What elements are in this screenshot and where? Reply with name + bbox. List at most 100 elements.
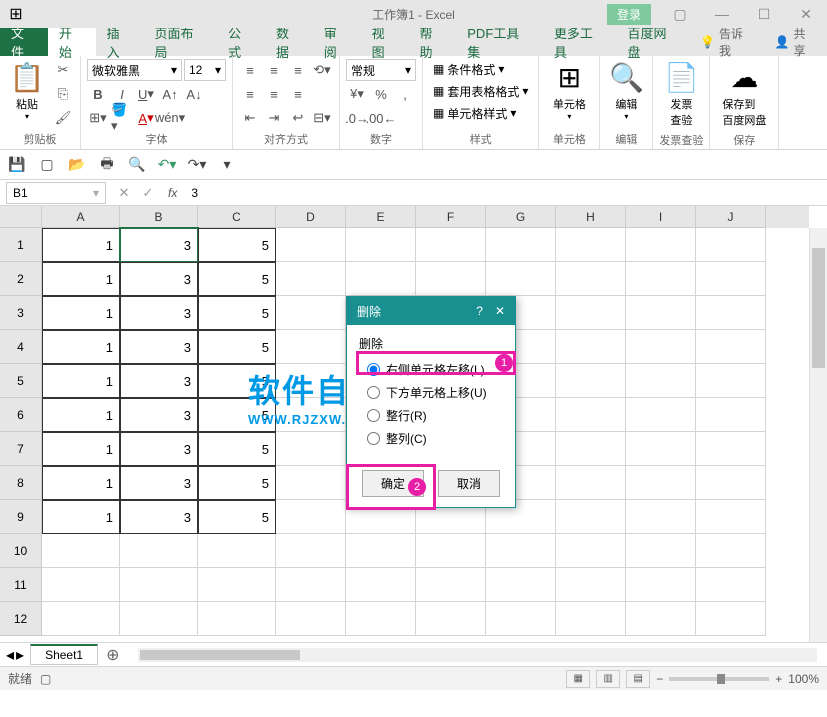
- cell-J4[interactable]: [696, 330, 766, 364]
- zoom-slider[interactable]: [669, 677, 769, 681]
- cell-C10[interactable]: [198, 534, 276, 568]
- cell-A12[interactable]: [42, 602, 120, 636]
- fx-icon[interactable]: fx: [168, 186, 177, 200]
- cell-B1[interactable]: 3: [120, 228, 198, 262]
- save-baidu-button[interactable]: ☁ 保存到 百度网盘: [716, 59, 772, 130]
- share-button[interactable]: 👤 共享: [765, 25, 827, 59]
- view-normal-button[interactable]: ▦: [566, 670, 590, 688]
- bold-button[interactable]: B: [87, 83, 109, 105]
- orientation-button[interactable]: ⟲▾: [311, 59, 333, 81]
- cell-I12[interactable]: [626, 602, 696, 636]
- view-layout-button[interactable]: ▥: [596, 670, 620, 688]
- cell-A6[interactable]: 1: [42, 398, 120, 432]
- paste-button[interactable]: 📋 粘贴 ▾: [6, 59, 48, 123]
- cell-D6[interactable]: [276, 398, 346, 432]
- cell-C9[interactable]: 5: [198, 500, 276, 534]
- col-header-D[interactable]: D: [276, 206, 346, 228]
- cell-I4[interactable]: [626, 330, 696, 364]
- currency-button[interactable]: ¥▾: [346, 83, 368, 105]
- cell-C12[interactable]: [198, 602, 276, 636]
- cell-I3[interactable]: [626, 296, 696, 330]
- cell-J3[interactable]: [696, 296, 766, 330]
- cell-C1[interactable]: 5: [198, 228, 276, 262]
- format-painter-button[interactable]: 🖌: [52, 107, 74, 129]
- editing-button[interactable]: 🔍 编辑 ▾: [606, 59, 646, 123]
- row-header-2[interactable]: 2: [0, 262, 42, 296]
- name-box[interactable]: B1▾: [6, 182, 106, 204]
- cell-F1[interactable]: [416, 228, 486, 262]
- cell-J2[interactable]: [696, 262, 766, 296]
- col-header-C[interactable]: C: [198, 206, 276, 228]
- redo-icon[interactable]: ↷▾: [186, 154, 208, 176]
- ribbon-options-icon[interactable]: ▢: [659, 0, 701, 28]
- sheet-nav-next[interactable]: ▸: [16, 645, 24, 665]
- col-header-B[interactable]: B: [120, 206, 198, 228]
- phonetic-button[interactable]: wén▾: [159, 107, 181, 129]
- cell-H4[interactable]: [556, 330, 626, 364]
- col-header-F[interactable]: F: [416, 206, 486, 228]
- cell-H2[interactable]: [556, 262, 626, 296]
- cell-B7[interactable]: 3: [120, 432, 198, 466]
- cell-B2[interactable]: 3: [120, 262, 198, 296]
- comma-button[interactable]: ,: [394, 83, 416, 105]
- cell-H7[interactable]: [556, 432, 626, 466]
- open-icon[interactable]: 📂: [66, 154, 88, 176]
- maximize-button[interactable]: ☐: [743, 0, 785, 28]
- cancel-formula-button[interactable]: ✕: [112, 185, 136, 201]
- percent-button[interactable]: %: [370, 83, 392, 105]
- cells-button[interactable]: ⊞ 单元格 ▾: [545, 59, 593, 123]
- decrease-font-button[interactable]: A↓: [183, 83, 205, 105]
- cell-I9[interactable]: [626, 500, 696, 534]
- cell-B11[interactable]: [120, 568, 198, 602]
- close-button[interactable]: ✕: [785, 0, 827, 28]
- cell-C4[interactable]: 5: [198, 330, 276, 364]
- dialog-close-icon[interactable]: ✕: [495, 304, 505, 318]
- decrease-indent-button[interactable]: ⇤: [239, 107, 261, 129]
- menu-help[interactable]: 帮助: [408, 28, 456, 56]
- cell-B3[interactable]: 3: [120, 296, 198, 330]
- radio-entire-row[interactable]: 整行(R): [359, 404, 503, 427]
- cell-H6[interactable]: [556, 398, 626, 432]
- cell-I5[interactable]: [626, 364, 696, 398]
- menu-insert[interactable]: 插入: [96, 28, 144, 56]
- cell-E10[interactable]: [346, 534, 416, 568]
- cell-I2[interactable]: [626, 262, 696, 296]
- underline-button[interactable]: U▾: [135, 83, 157, 105]
- cell-A9[interactable]: 1: [42, 500, 120, 534]
- cell-I8[interactable]: [626, 466, 696, 500]
- menu-data[interactable]: 数据: [265, 28, 313, 56]
- cell-H10[interactable]: [556, 534, 626, 568]
- horizontal-scrollbar[interactable]: [138, 648, 817, 662]
- row-header-9[interactable]: 9: [0, 500, 42, 534]
- invoice-button[interactable]: 📄 发票 查验: [659, 59, 703, 130]
- increase-font-button[interactable]: A↑: [159, 83, 181, 105]
- font-size-dropdown[interactable]: 12▾: [184, 59, 226, 81]
- cell-H11[interactable]: [556, 568, 626, 602]
- print-preview-icon[interactable]: 🔍: [126, 154, 148, 176]
- row-header-10[interactable]: 10: [0, 534, 42, 568]
- col-header-E[interactable]: E: [346, 206, 416, 228]
- tell-me-search[interactable]: 💡 告诉我: [690, 25, 764, 59]
- cell-E11[interactable]: [346, 568, 416, 602]
- cell-G11[interactable]: [486, 568, 556, 602]
- cell-G10[interactable]: [486, 534, 556, 568]
- dialog-help-icon[interactable]: ?: [476, 304, 483, 318]
- view-pagebreak-button[interactable]: ▤: [626, 670, 650, 688]
- cell-I7[interactable]: [626, 432, 696, 466]
- radio-shift-up[interactable]: 下方单元格上移(U): [359, 381, 503, 404]
- cell-B12[interactable]: [120, 602, 198, 636]
- cell-I1[interactable]: [626, 228, 696, 262]
- row-header-4[interactable]: 4: [0, 330, 42, 364]
- align-middle-button[interactable]: ≡: [263, 59, 285, 81]
- zoom-out-button[interactable]: −: [656, 672, 663, 686]
- cell-A1[interactable]: 1: [42, 228, 120, 262]
- cell-D8[interactable]: [276, 466, 346, 500]
- row-header-7[interactable]: 7: [0, 432, 42, 466]
- col-header-J[interactable]: J: [696, 206, 766, 228]
- minimize-button[interactable]: —: [701, 0, 743, 28]
- cell-B5[interactable]: 3: [120, 364, 198, 398]
- save-icon[interactable]: 💾: [6, 154, 28, 176]
- undo-icon[interactable]: ↶▾: [156, 154, 178, 176]
- cell-J6[interactable]: [696, 398, 766, 432]
- cell-A3[interactable]: 1: [42, 296, 120, 330]
